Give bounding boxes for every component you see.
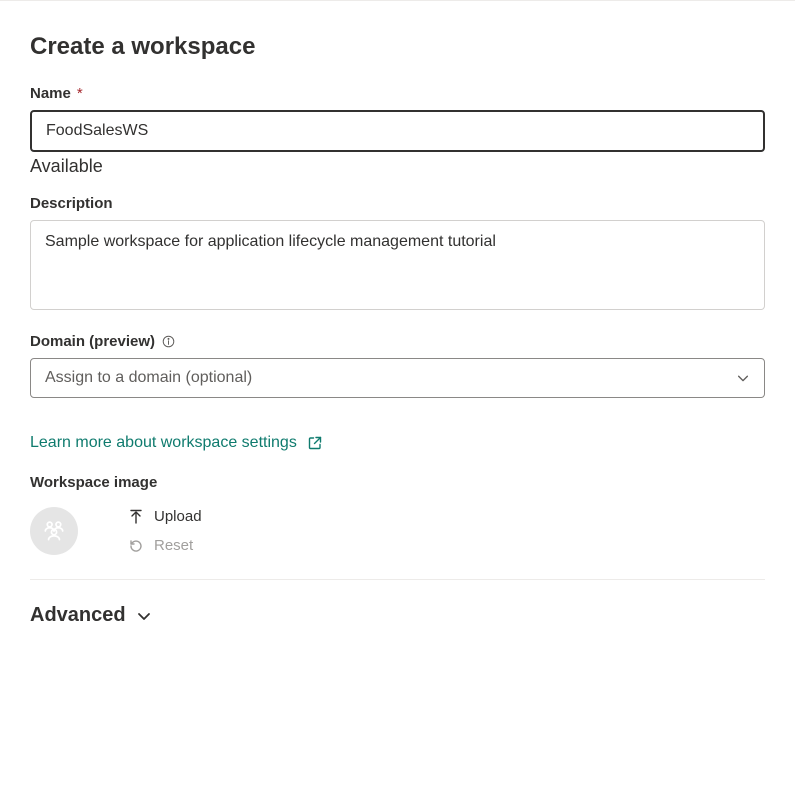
workspace-image-section: Workspace image Uplo	[30, 474, 765, 555]
reset-label: Reset	[154, 537, 193, 554]
upload-label: Upload	[154, 508, 202, 525]
description-label: Description	[30, 195, 765, 212]
info-icon[interactable]	[161, 335, 175, 349]
description-input[interactable]	[30, 220, 765, 310]
domain-field-group: Domain (preview) Assign to a domain (opt…	[30, 333, 765, 398]
name-label: Name *	[30, 85, 765, 102]
chevron-down-icon	[736, 371, 750, 385]
workspace-image-label: Workspace image	[30, 474, 765, 491]
learn-more-link[interactable]: Learn more about workspace settings	[30, 434, 323, 452]
name-availability-status: Available	[30, 156, 765, 177]
reset-icon	[128, 538, 144, 554]
workspace-avatar-placeholder	[30, 507, 78, 555]
name-field-group: Name * Available	[30, 85, 765, 177]
chevron-down-icon	[136, 608, 152, 624]
domain-dropdown[interactable]: Assign to a domain (optional)	[30, 358, 765, 398]
advanced-toggle[interactable]: Advanced	[30, 604, 152, 627]
upload-button[interactable]: Upload	[128, 508, 202, 525]
domain-label: Domain (preview)	[30, 333, 765, 350]
name-input[interactable]	[30, 110, 765, 152]
advanced-label: Advanced	[30, 604, 126, 627]
required-indicator: *	[77, 85, 83, 102]
page-title: Create a workspace	[30, 33, 765, 61]
name-label-text: Name	[30, 85, 71, 102]
description-field-group: Description	[30, 195, 765, 315]
domain-label-text: Domain (preview)	[30, 333, 155, 350]
section-divider	[30, 579, 765, 580]
domain-dropdown-placeholder: Assign to a domain (optional)	[45, 369, 252, 387]
reset-button: Reset	[128, 537, 202, 554]
learn-more-text: Learn more about workspace settings	[30, 434, 297, 452]
upload-icon	[128, 509, 144, 525]
external-link-icon	[307, 435, 323, 451]
